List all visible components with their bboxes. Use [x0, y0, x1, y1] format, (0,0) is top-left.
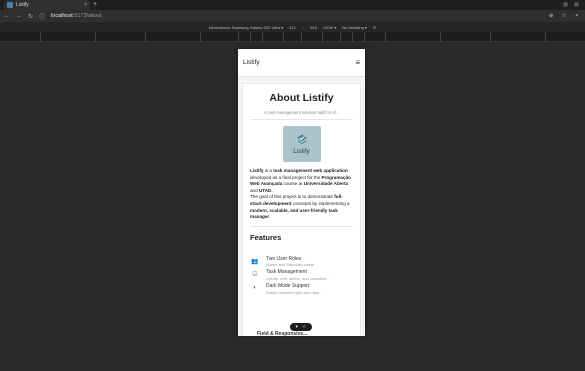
floating-pill[interactable]: ▾ ☆: [290, 323, 312, 331]
app-brand[interactable]: Listify: [243, 59, 260, 66]
page-title: About Listify: [269, 92, 334, 104]
close-window-button[interactable]: [574, 2, 579, 7]
site-info-icon[interactable]: ⓘ: [39, 12, 45, 21]
bookmark-icon[interactable]: ☆: [561, 13, 566, 19]
reload-icon[interactable]: ↻: [28, 13, 33, 20]
contrast-icon: ◐: [253, 284, 257, 291]
listify-logo: Listify: [282, 126, 321, 162]
device-toolbar: Dimensions: Samsung Galaxy S20 Ultra ▾ 4…: [0, 22, 585, 32]
window-controls: [563, 2, 579, 7]
next-feature-peek: Field & Responsive...: [257, 331, 308, 337]
profile-icon[interactable]: ⚬: [574, 13, 579, 19]
chevron-down-icon[interactable]: ▾: [296, 324, 299, 330]
feature-desc: Admin and Standard Users: [266, 262, 315, 268]
rotate-icon[interactable]: ⟳: [373, 25, 376, 30]
about-card: About Listify A task management solution…: [242, 83, 361, 336]
height-input[interactable]: 915: [310, 25, 317, 30]
features-heading: Features: [250, 232, 282, 242]
logo-text: Listify: [293, 148, 310, 155]
address-bar: ← → ↻ ⓘ localhost:5173/about ⊕ ☆ ⚬: [0, 10, 585, 22]
throttle-select[interactable]: No throttling ▾: [342, 25, 367, 30]
users-icon: 👥: [251, 258, 259, 265]
checklist-logo-icon: [296, 134, 307, 144]
close-tab-icon[interactable]: ×: [84, 2, 87, 8]
favicon-icon: [7, 2, 13, 8]
times-sign: ×: [301, 24, 305, 30]
browser-tabbar: Listify × +: [0, 0, 585, 10]
page-content: About Listify A task management solution…: [238, 77, 365, 336]
tab-title: Listify: [16, 2, 29, 8]
hamburger-menu-icon[interactable]: ≡: [355, 58, 360, 67]
new-tab-button[interactable]: +: [93, 0, 97, 10]
media-query-ruler[interactable]: [0, 32, 585, 42]
feature-desc: Create, edit, delete, and complete...: [266, 275, 330, 281]
checkbox-icon: ☑: [252, 272, 258, 279]
zoom-select[interactable]: 100% ▾: [323, 25, 336, 30]
browser-tab[interactable]: Listify ×: [4, 0, 90, 10]
feature-item-task-management: ☑ Task Management Create, edit, delete, a…: [250, 270, 353, 281]
back-icon[interactable]: ←: [4, 13, 10, 19]
about-description: Listify is a task management web applica…: [250, 168, 351, 220]
app-header: Listify ≡: [238, 49, 365, 77]
forward-icon[interactable]: →: [16, 13, 22, 19]
device-viewport: Listify ≡ About Listify A task managemen…: [238, 49, 365, 336]
feature-item-user-roles: 👥 Two User Roles Admin and Standard Users: [250, 256, 353, 268]
feature-item-dark-mode: ◐ Dark Mode Support Switch between light …: [250, 283, 353, 295]
url-host: localhost: [51, 13, 73, 19]
url-field[interactable]: localhost:5173/about: [51, 13, 102, 19]
extension-icon[interactable]: ⊕: [549, 13, 554, 19]
feature-desc: Switch between light and dark...: [266, 289, 323, 295]
toolbar-icons: ⊕ ☆ ⚬: [549, 13, 579, 19]
divider: [250, 225, 353, 227]
star-icon[interactable]: ☆: [302, 324, 306, 330]
url-path: :5173/about: [72, 13, 102, 19]
width-input[interactable]: 412: [289, 25, 296, 30]
page-subtitle: A task management solution built for ef.…: [250, 110, 353, 120]
device-select[interactable]: Dimensions: Samsung Galaxy S20 Ultra ▾: [209, 25, 283, 30]
minimize-button[interactable]: [563, 2, 568, 7]
